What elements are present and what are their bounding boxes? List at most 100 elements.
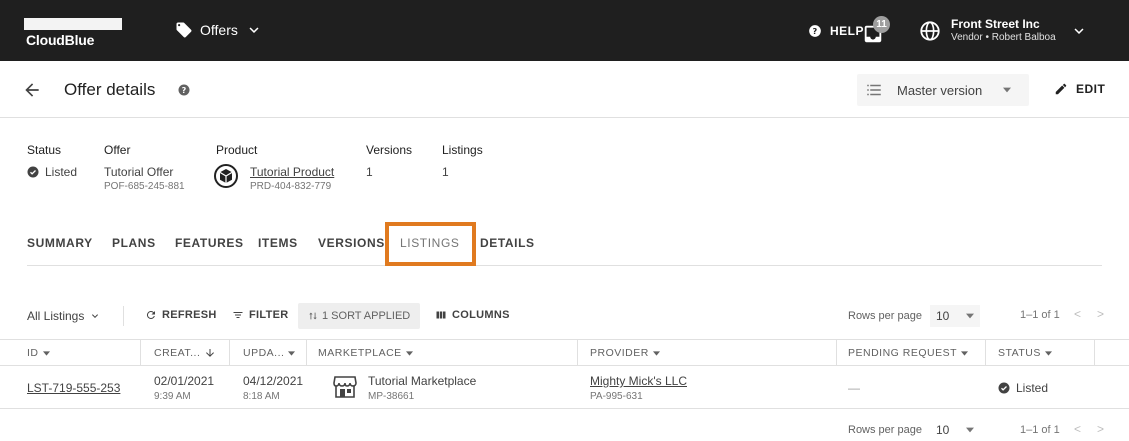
provider-link[interactable]: Mighty Mick's LLC [590,374,687,388]
pencil-icon [1055,83,1067,95]
created-date: 02/01/2021 [154,374,215,388]
row-status-text: Listed [1016,381,1049,395]
rows-per-page-select[interactable]: 10 [930,305,980,327]
storefront-icon [333,376,357,398]
updated-date: 04/12/2021 [243,374,304,388]
column-header-id[interactable]: ID [27,347,50,359]
product-icon [214,164,238,188]
logo-bar [24,18,122,30]
column-separator [836,340,837,366]
rows-per-page: Rows per page 10 [848,305,980,327]
tab-versions[interactable]: VERSIONS [318,236,385,250]
help-label: HELP [830,24,865,38]
column-separator [306,340,307,366]
refresh-label: REFRESH [162,309,217,321]
product-link[interactable]: Tutorial Product [250,165,334,179]
caret-down-icon [966,427,974,433]
column-title: STATUS [998,347,1041,359]
table-row[interactable]: LST-719-555-253 02/01/2021 9:39 AM 04/12… [0,366,1129,409]
offer-label: Offer [104,143,131,157]
caret-down-icon [405,350,413,356]
footer-page-range: 1–1 of 1 [1020,424,1060,436]
column-header-updated[interactable]: UPDA... [243,347,296,359]
tab-bar: SUMMARY PLANS FEATURES ITEMS VERSIONS LI… [0,224,1129,266]
column-title: PENDING REQUEST [848,347,958,359]
column-header-created[interactable]: CREAT... [154,347,216,359]
caret-down-icon [1003,87,1011,93]
view-selector[interactable]: All Listings [27,309,101,323]
cloudblue-logo[interactable]: CloudBlue [24,14,124,48]
check-circle-icon [27,166,39,178]
product-label: Product [216,143,258,157]
account-role: Vendor • Robert Balboa [951,32,1056,43]
rows-per-page-select[interactable]: 10 [930,419,980,441]
help-icon[interactable]: ? [178,84,190,96]
check-circle-icon [998,382,1010,394]
column-separator [1094,340,1095,366]
row-status: Listed [998,381,1048,395]
column-header-status[interactable]: STATUS [998,347,1052,359]
tab-summary[interactable]: SUMMARY [27,236,93,250]
version-select[interactable]: Master version [857,74,1029,106]
account-switcher[interactable]: Front Street Inc Vendor • Robert Balboa [919,17,1088,45]
tab-divider [27,265,1102,266]
tab-features[interactable]: FEATURES [175,236,244,250]
column-header-pending-request[interactable]: PENDING REQUEST [848,347,969,359]
refresh-button[interactable]: REFRESH [145,309,217,321]
caret-down-icon [42,350,50,356]
notifications-badge: 11 [873,16,890,33]
globe-icon [920,21,940,41]
versions-label: Versions [366,143,413,157]
columns-button[interactable]: COLUMNS [435,309,510,321]
module-label: Offers [200,22,238,38]
column-separator [985,340,986,366]
caret-down-icon [961,350,969,356]
account-names: Front Street Inc Vendor • Robert Balboa [951,18,1056,44]
status-value: Listed [27,165,77,179]
next-page-button[interactable]: > [1097,307,1104,321]
version-label: Master version [897,82,983,98]
chevron-down-icon [1074,28,1084,34]
listing-id-link[interactable]: LST-719-555-253 [27,381,120,395]
tab-details[interactable]: DETAILS [480,236,535,250]
view-label: All Listings [27,309,85,323]
status-text: Listed [45,165,78,179]
footer-next-page-button[interactable]: > [1097,422,1104,436]
filter-button[interactable]: FILTER [232,309,288,321]
caret-down-icon [652,350,660,356]
footer-rows-per-page: Rows per page 10 [848,419,980,441]
edit-label: EDIT [1076,82,1106,96]
sort-label: 1 SORT APPLIED [322,310,411,322]
tab-plans[interactable]: PLANS [112,236,156,250]
product-id: PRD-404-832-779 [250,181,332,192]
rows-per-page-value: 10 [936,423,950,437]
arrow-down-icon [206,349,215,357]
help-button[interactable]: ? HELP [808,24,864,38]
column-header-provider[interactable]: PROVIDER [590,347,660,359]
refresh-icon [146,311,155,320]
edit-button[interactable]: EDIT [1054,82,1105,96]
top-navigation-bar: CloudBlue Offers ? HELP 11 Front Street … [0,0,1129,61]
sort-icon [309,312,317,320]
back-arrow-icon[interactable] [22,80,42,100]
sort-chip[interactable]: 1 SORT APPLIED [298,303,421,329]
page-header: Offer details ? Master version EDIT [0,61,1129,118]
module-switcher[interactable]: Offers [175,21,263,39]
column-title: PROVIDER [590,347,649,359]
caret-down-icon [288,350,296,356]
footer-prev-page-button[interactable]: < [1074,422,1081,436]
account-company: Front Street Inc [951,17,1040,31]
chevron-down-icon [249,27,259,33]
status-label: Status [27,143,62,157]
column-title: ID [27,347,39,359]
prev-page-button[interactable]: < [1074,307,1081,321]
column-title: UPDA... [243,347,285,359]
list-icon [867,84,881,96]
caret-down-icon [966,313,974,319]
svg-text:?: ? [182,86,187,95]
notifications-button[interactable]: 11 [862,16,892,45]
listings-tab-highlight [385,222,476,266]
columns-icon [436,311,446,319]
tab-items[interactable]: ITEMS [258,236,298,250]
column-header-marketplace[interactable]: MARKETPLACE [318,347,413,359]
